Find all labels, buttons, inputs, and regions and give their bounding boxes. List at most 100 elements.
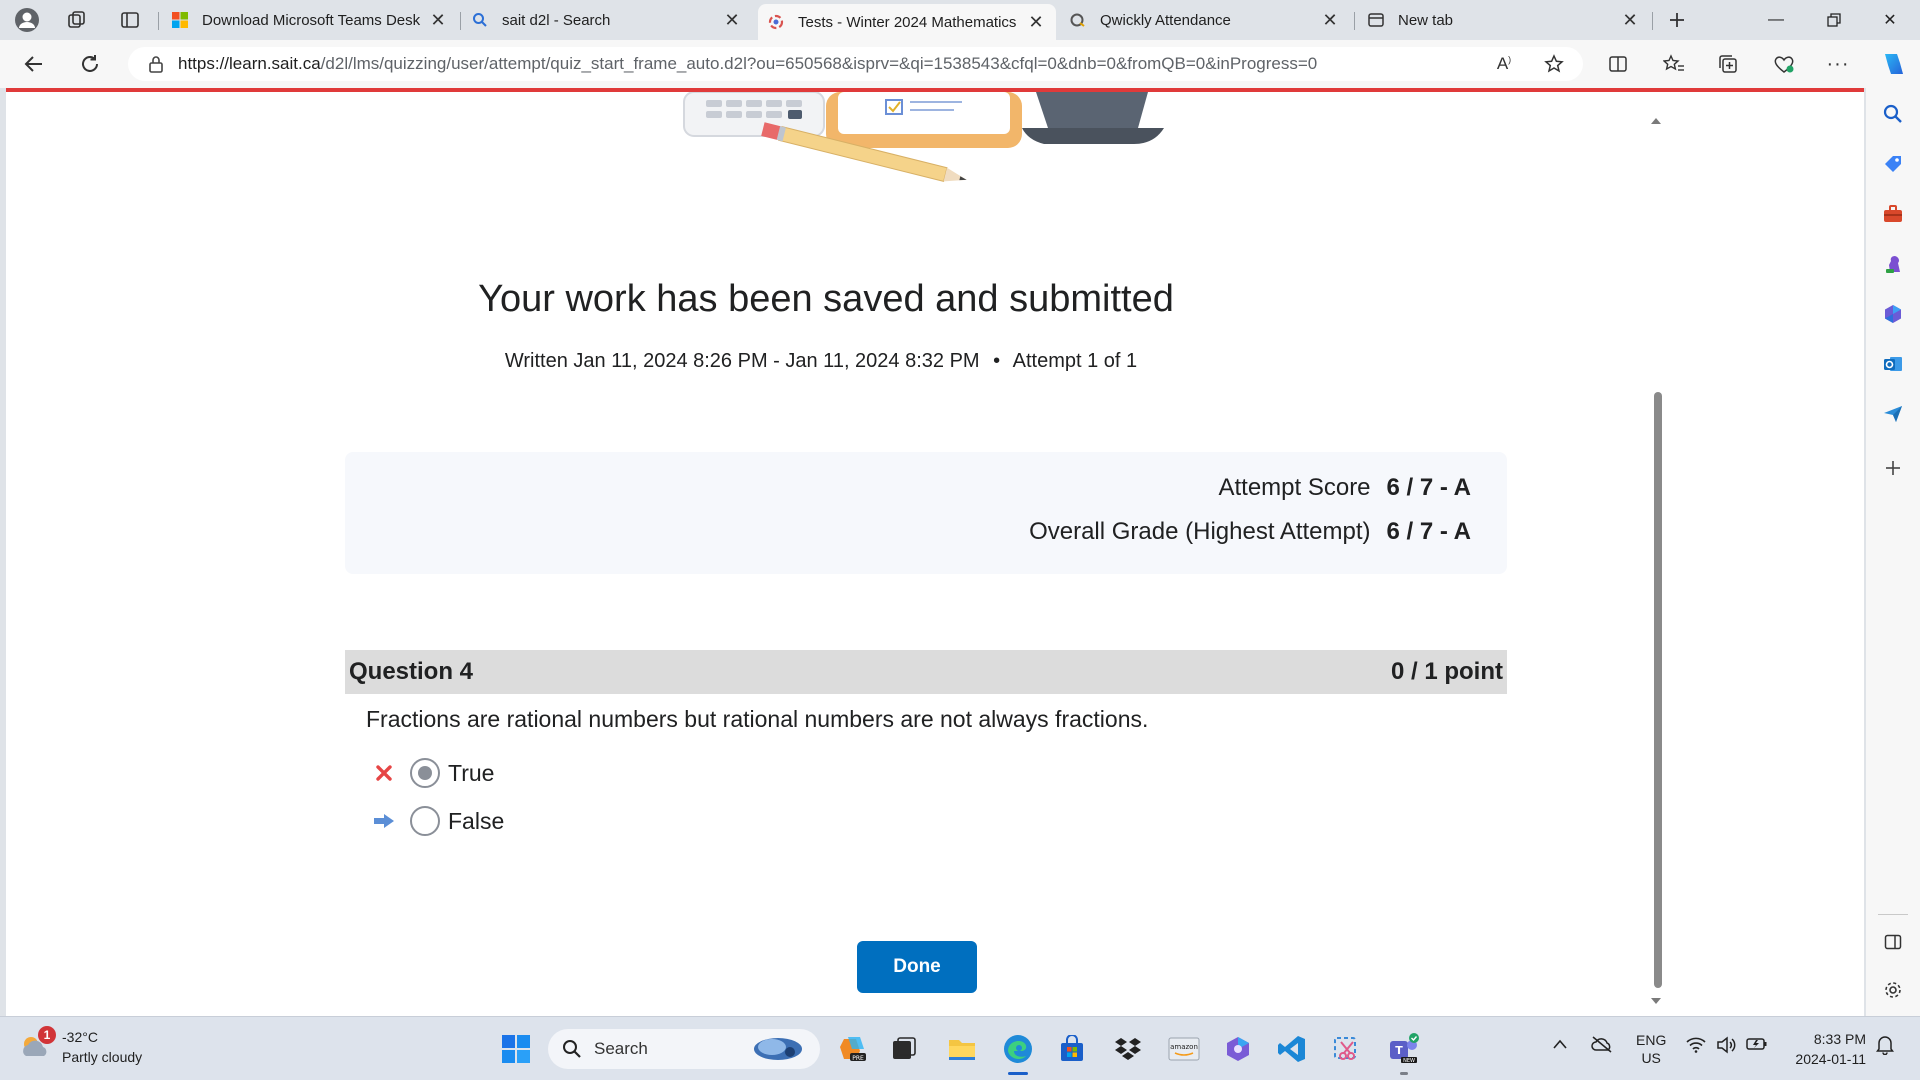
scrollbar-thumb[interactable] <box>1654 392 1662 988</box>
sidebar-add-button[interactable] <box>1875 450 1911 486</box>
favorite-button[interactable] <box>1536 48 1572 80</box>
taskbar-vscode[interactable] <box>1272 1029 1312 1069</box>
language-code: ENG <box>1636 1032 1667 1048</box>
notifications-button[interactable] <box>1876 1035 1894 1058</box>
written-timestamp: Written Jan 11, 2024 8:26 PM - Jan 11, 2… <box>504 350 980 372</box>
scroll-down-arrow-icon[interactable] <box>1649 996 1663 1006</box>
taskbar-file-explorer[interactable] <box>942 1029 982 1069</box>
close-icon: ✕ <box>1883 12 1897 29</box>
region-code: US <box>1641 1050 1661 1066</box>
sidebar-tools-button[interactable] <box>1875 196 1911 232</box>
option-label: False <box>448 807 505 834</box>
overall-grade-row: Overall Grade (Highest Attempt) 6 / 7 - … <box>1029 518 1471 546</box>
newtab-icon <box>1368 12 1384 28</box>
sidebar-games-button[interactable] <box>1875 246 1911 282</box>
split-screen-button[interactable] <box>1600 48 1636 80</box>
url-text: https://learn.sait.ca/d2l/lms/quizzing/u… <box>178 54 1317 74</box>
sidebar-m365-button[interactable] <box>1875 296 1911 332</box>
split-screen-icon <box>1609 56 1627 72</box>
taskbar-amazon[interactable]: amazon <box>1164 1029 1204 1069</box>
taskbar-copilot[interactable]: PRE <box>832 1029 872 1069</box>
edge-browser-icon <box>1004 1035 1032 1063</box>
search-icon <box>1883 104 1902 123</box>
answer-option-true: True <box>368 758 494 788</box>
workspaces-icon <box>68 11 85 28</box>
address-bar[interactable]: https://learn.sait.ca/d2l/lms/quizzing/u… <box>128 47 1583 81</box>
teams-icon: TNEW <box>1390 1033 1419 1064</box>
start-button[interactable] <box>496 1029 536 1069</box>
tab-title: Qwickly Attendance <box>1100 11 1231 29</box>
onedrive-button[interactable] <box>1590 1035 1614 1056</box>
sidebar-hide-button[interactable] <box>1875 924 1911 960</box>
tab-tests-active[interactable]: Tests - Winter 2024 Mathematics ✕ <box>758 4 1056 40</box>
scroll-up-arrow-icon[interactable] <box>1649 116 1663 126</box>
taskbar-snipping-tool[interactable] <box>1326 1029 1366 1069</box>
close-tab-icon[interactable]: ✕ <box>1620 10 1640 31</box>
sidebar-outlook-button[interactable] <box>1875 346 1911 382</box>
minimize-button[interactable]: — <box>1748 0 1804 40</box>
battery-charging-icon <box>1746 1038 1767 1050</box>
taskbar-teams-new[interactable]: T NEW <box>1384 1029 1424 1075</box>
read-aloud-button[interactable]: A) <box>1486 48 1522 80</box>
language-indicator[interactable]: ENG US <box>1636 1031 1666 1067</box>
collections-button[interactable] <box>1710 48 1746 80</box>
taskbar-search-box[interactable]: Search <box>548 1029 820 1069</box>
weather-icon: 1 <box>18 1026 56 1064</box>
close-tab-icon[interactable]: ✕ <box>722 10 742 31</box>
favorites-button[interactable] <box>1656 48 1692 80</box>
dropbox-icon <box>1115 1038 1141 1060</box>
microsoft-logo-icon <box>172 12 188 28</box>
shopping-tag-icon <box>1885 156 1901 172</box>
close-tab-icon[interactable]: ✕ <box>1026 12 1046 33</box>
weather-widget[interactable]: 1 -32°C Partly cloudy <box>18 1026 142 1067</box>
taskbar-edge[interactable] <box>998 1029 1038 1075</box>
active-app-indicator <box>1400 1072 1408 1075</box>
plus-icon <box>1886 461 1900 475</box>
qwickly-icon <box>1070 12 1086 28</box>
tab-teams-download[interactable]: Download Microsoft Teams Desk ✕ <box>162 4 458 36</box>
close-tab-icon[interactable]: ✕ <box>428 10 448 31</box>
tab-search[interactable]: sait d2l - Search ✕ <box>462 4 752 36</box>
back-button[interactable] <box>16 48 52 80</box>
system-clock[interactable]: 8:33 PM 2024-01-11 <box>1780 1029 1866 1069</box>
svg-text:PRE: PRE <box>852 1055 864 1062</box>
page-viewport: Your work has been saved and submitted W… <box>6 92 1864 1016</box>
wifi-status[interactable] <box>1686 1037 1706 1056</box>
close-window-button[interactable]: ✕ <box>1862 0 1918 40</box>
battery-status[interactable] <box>1746 1036 1768 1055</box>
workspaces-button[interactable] <box>60 4 94 36</box>
show-hidden-icons-button[interactable] <box>1552 1037 1568 1053</box>
settings-menu-button[interactable]: ··· <box>1820 48 1856 80</box>
windows-logo-icon <box>502 1035 530 1063</box>
tab-new[interactable]: New tab ✕ <box>1358 4 1650 36</box>
task-view-icon <box>893 1037 916 1059</box>
profile-button[interactable] <box>10 4 44 36</box>
taskbar-dropbox[interactable] <box>1108 1029 1148 1069</box>
cloud-offline-icon <box>1591 1036 1612 1053</box>
close-tab-icon[interactable]: ✕ <box>1320 10 1340 31</box>
tab-actions-button[interactable] <box>113 4 147 36</box>
new-tab-button[interactable] <box>1660 4 1694 36</box>
taskbar-copilot-app[interactable] <box>1218 1029 1258 1069</box>
taskbar-store[interactable] <box>1052 1029 1092 1069</box>
read-aloud-icon: A) <box>1496 54 1512 73</box>
amazon-icon: amazon <box>1168 1037 1200 1061</box>
restore-button[interactable] <box>1806 0 1862 40</box>
done-button[interactable]: Done <box>857 941 977 993</box>
copilot-button[interactable] <box>1876 48 1912 80</box>
vscode-icon <box>1278 1036 1305 1062</box>
tab-qwickly[interactable]: Qwickly Attendance ✕ <box>1060 4 1350 36</box>
sidebar-shopping-button[interactable] <box>1875 146 1911 182</box>
browser-essentials-button[interactable] <box>1766 48 1802 80</box>
taskbar-search-placeholder: Search <box>594 1039 648 1058</box>
sidebar-settings-button[interactable] <box>1875 972 1911 1008</box>
sidebar-send-button[interactable] <box>1875 396 1911 432</box>
attempt-score-row: Attempt Score 6 / 7 - A <box>1218 474 1471 502</box>
sidebar-search-button[interactable] <box>1875 96 1911 132</box>
heart-pulse-icon <box>1774 56 1794 73</box>
correct-answer-arrow-icon <box>368 809 400 833</box>
refresh-button[interactable] <box>72 48 108 80</box>
panel-icon <box>1884 934 1902 950</box>
taskbar-task-view[interactable] <box>884 1029 924 1069</box>
volume-status[interactable] <box>1716 1036 1736 1057</box>
